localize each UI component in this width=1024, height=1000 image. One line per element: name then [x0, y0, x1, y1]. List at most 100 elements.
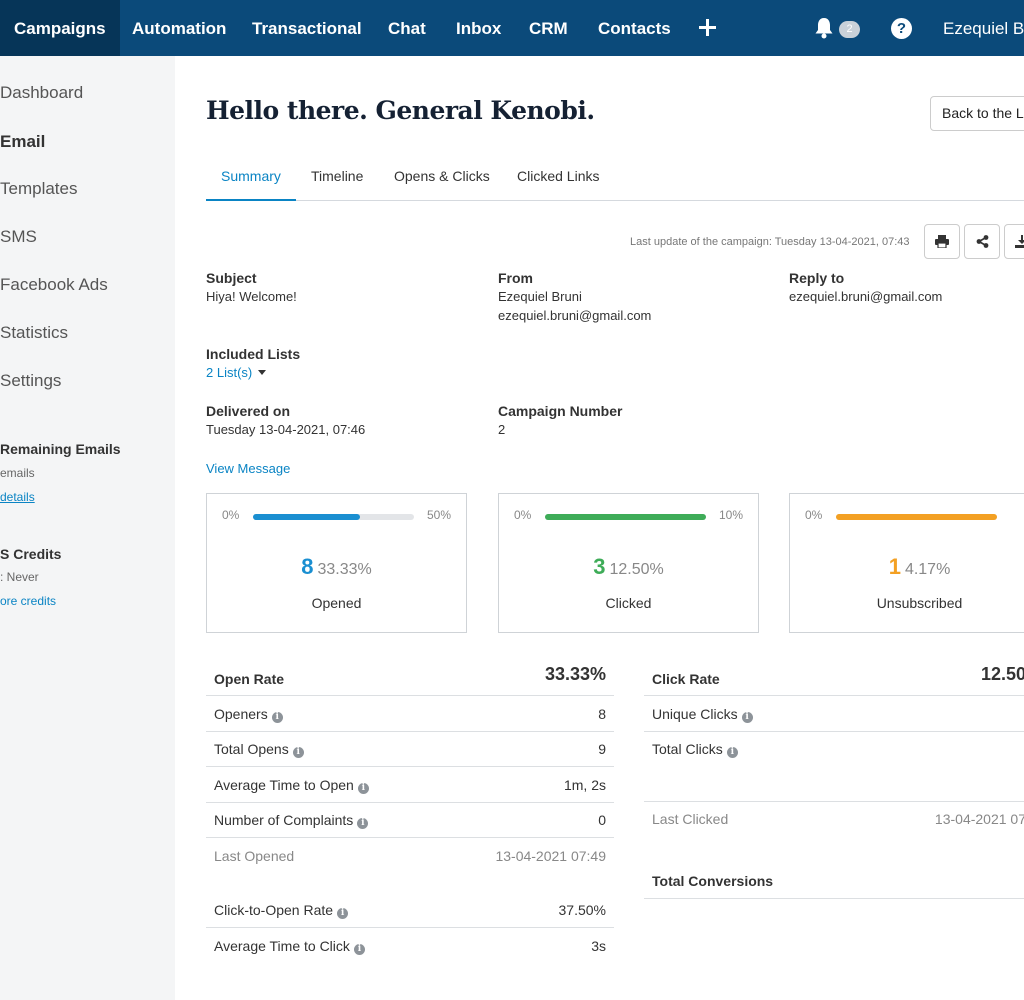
nav-chat[interactable]: Chat — [388, 0, 426, 56]
subject-value: Hiya! Welcome! — [206, 289, 297, 304]
campaign-number-value: 2 — [498, 422, 506, 437]
stat-percent: 12.50% — [609, 561, 664, 578]
download-button[interactable] — [1004, 224, 1024, 259]
stat-box-opened: 0% 50% 8 33.33% Opened — [206, 493, 467, 633]
view-message-link[interactable]: View Message — [206, 461, 290, 476]
info-icon[interactable]: i — [357, 783, 369, 794]
sidebar-item-templates[interactable]: Templates — [0, 179, 77, 199]
bell-icon[interactable] — [814, 17, 834, 39]
last-update: Last update of the campaign: Tuesday 13-… — [630, 236, 910, 248]
progress-max: 50% — [426, 508, 451, 522]
table-row: Number of Complaints i 0 — [206, 802, 614, 838]
table-row: Openers i 8 — [206, 696, 614, 732]
row-value: 13-04-2021 07:49 — [495, 848, 606, 864]
info-icon[interactable]: i — [357, 818, 369, 829]
progress-fill — [545, 514, 706, 520]
progress-track — [836, 514, 997, 520]
back-to-list-button[interactable]: Back to the List — [930, 96, 1024, 131]
included-lists-dropdown[interactable]: 2 List(s) — [206, 365, 266, 380]
row-value: 37.50% — [558, 902, 606, 918]
nav-inbox[interactable]: Inbox — [456, 0, 501, 56]
print-button[interactable] — [924, 224, 960, 259]
nav-automation[interactable]: Automation — [132, 0, 226, 56]
sms-credits-text: : Never — [0, 570, 39, 584]
remaining-emails-text: emails — [0, 466, 35, 480]
more-credits-link[interactable]: ore credits — [0, 594, 56, 608]
row-label: Last Opened — [214, 848, 295, 864]
info-icon[interactable]: i — [726, 747, 738, 758]
sidebar-item-settings[interactable]: Settings — [0, 371, 61, 391]
share-button[interactable] — [964, 224, 1000, 259]
nav-transactional[interactable]: Transactional — [252, 0, 362, 56]
from-name: Ezequiel Bruni — [498, 289, 582, 304]
row-value: 1m, 2s — [563, 777, 606, 793]
stat-caption: Unsubscribed — [876, 595, 963, 611]
sidebar-item-facebook-ads[interactable]: Facebook Ads — [0, 275, 108, 295]
table-row: Total Conversions — [644, 863, 1024, 899]
row-label: Last Clicked — [652, 811, 729, 827]
info-icon[interactable]: i — [741, 712, 753, 723]
click-rate-label: Click Rate — [652, 671, 720, 687]
row-label: Total Opens — [214, 741, 289, 757]
row-label: Click-to-Open Rate — [214, 902, 334, 918]
nav-contacts[interactable]: Contacts — [598, 0, 671, 56]
open-rate-value: 33.33% — [544, 664, 606, 684]
stat-percent: 33.33% — [317, 561, 372, 578]
sidebar-item-email[interactable]: Email — [0, 132, 45, 152]
delivered-value: Tuesday 13-04-2021, 07:46 — [206, 422, 366, 437]
info-icon[interactable]: i — [353, 944, 365, 955]
progress-track — [253, 514, 414, 520]
row-label: Total Conversions — [652, 873, 774, 889]
info-icon[interactable]: i — [271, 712, 283, 723]
progress-track — [545, 514, 706, 520]
table-row: Open Rate 33.33% — [206, 660, 614, 696]
row-label: Unique Clicks — [652, 706, 738, 722]
tab-clicked-links[interactable]: Clicked Links — [517, 158, 599, 201]
info-icon[interactable]: i — [292, 747, 304, 758]
help-icon[interactable]: ? — [891, 18, 912, 39]
caret-down-icon — [257, 370, 266, 375]
sidebar-item-sms[interactable]: SMS — [0, 227, 37, 247]
progress-min: 0% — [514, 508, 532, 522]
plus-icon[interactable] — [699, 19, 716, 36]
table-row: Click Rate 12.50 — [644, 660, 1024, 696]
row-value: 3s — [591, 938, 606, 954]
from-label: From — [498, 270, 533, 286]
stat-percent: 4.17% — [904, 561, 951, 578]
info-icon[interactable]: i — [337, 908, 349, 919]
download-icon — [1015, 235, 1024, 248]
tab-summary[interactable]: Summary — [206, 158, 296, 201]
notification-badge: 2 — [839, 21, 860, 38]
row-value: 0 — [598, 812, 606, 828]
stat-count: 8 — [301, 554, 314, 579]
delivered-label: Delivered on — [206, 403, 291, 419]
included-lists-value: 2 List(s) — [206, 365, 253, 380]
row-label: Average Time to Open — [214, 777, 354, 793]
user-name[interactable]: Ezequiel Bruni — [943, 0, 1024, 56]
open-rate-label: Open Rate — [214, 671, 285, 687]
sidebar-item-statistics[interactable]: Statistics — [0, 323, 68, 343]
table-row: Average Time to Click i 3s — [206, 928, 614, 964]
row-value: 9 — [598, 741, 606, 757]
page-title: Hello there. General Kenobi. — [206, 96, 595, 125]
click-rate-value: 12.50 — [980, 664, 1024, 684]
tab-timeline[interactable]: Timeline — [311, 158, 363, 201]
sms-credits-title: S Credits — [0, 546, 62, 562]
stat-caption: Opened — [311, 595, 362, 611]
stat-box-clicked: 0% 10% 3 12.50% Clicked — [498, 493, 759, 633]
nav-campaigns[interactable]: Campaigns — [0, 0, 120, 56]
reply-to-label: Reply to — [789, 270, 845, 286]
progress-min: 0% — [805, 508, 823, 522]
last-update-label: Last update of the campaign: — [630, 236, 772, 248]
nav-crm[interactable]: CRM — [529, 0, 568, 56]
row-value: 8 — [598, 706, 606, 722]
remaining-details-link[interactable]: details — [0, 490, 35, 504]
table-row: Total Clicks i — [644, 731, 1024, 802]
campaign-number-label: Campaign Number — [498, 403, 623, 419]
from-email: ezequiel.bruni@gmail.com — [498, 308, 652, 323]
sidebar-item-dashboard[interactable]: Dashboard — [0, 83, 83, 103]
tab-opens-clicks[interactable]: Opens & Clicks — [394, 158, 490, 201]
subject-label: Subject — [206, 270, 257, 286]
share-icon — [976, 235, 988, 248]
table-row: Unique Clicks i — [644, 696, 1024, 732]
